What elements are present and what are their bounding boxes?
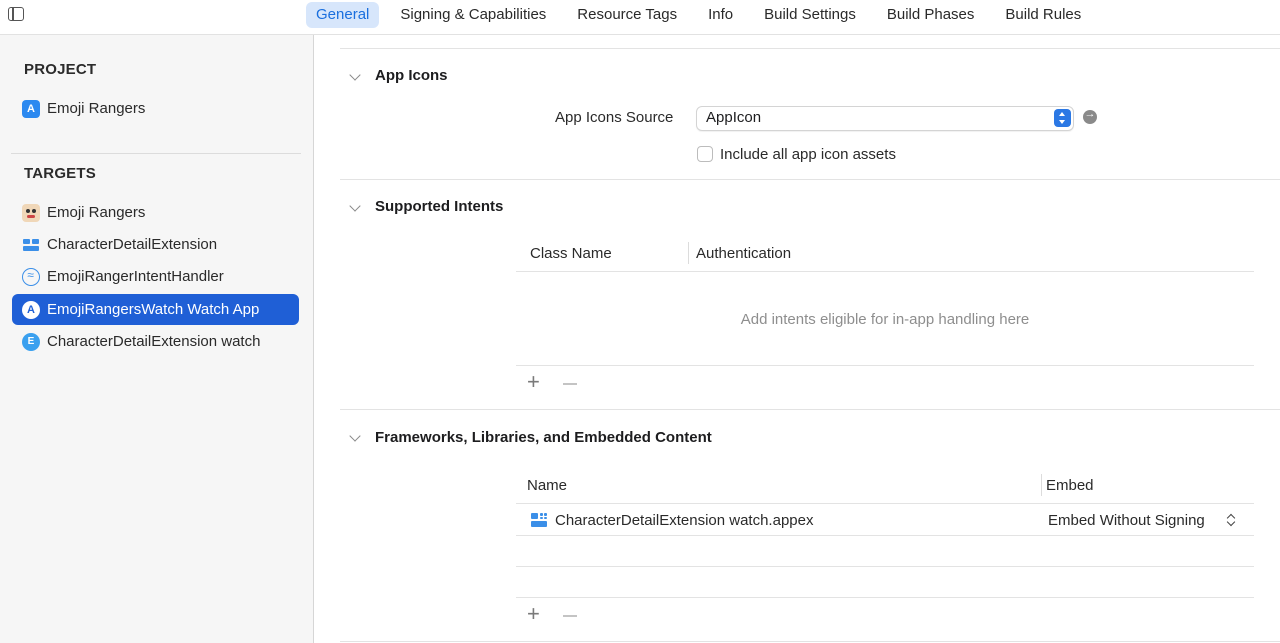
framework-name: CharacterDetailExtension watch.appex bbox=[555, 512, 814, 529]
tab-build-rules[interactable]: Build Rules bbox=[995, 2, 1091, 28]
table-bottom-divider bbox=[516, 597, 1254, 598]
embed-popup-arrows-icon[interactable] bbox=[1228, 513, 1236, 527]
column-header-name[interactable]: Name bbox=[527, 477, 567, 494]
sidebar-item-label: EmojiRangerIntentHandler bbox=[47, 268, 224, 285]
editor-tab-bar: General Signing & Capabilities Resource … bbox=[0, 0, 1280, 35]
tab-general[interactable]: General bbox=[306, 2, 380, 28]
sidebar-item-target-intent-handler[interactable]: EmojiRangerIntentHandler bbox=[12, 261, 299, 292]
intent-handler-icon bbox=[22, 267, 40, 286]
tab-build-phases[interactable]: Build Phases bbox=[877, 2, 985, 28]
sidebar-item-label: Emoji Rangers bbox=[47, 100, 146, 117]
tab-resource-tags[interactable]: Resource Tags bbox=[567, 2, 687, 28]
column-separator bbox=[688, 242, 689, 264]
embed-option-popup[interactable]: Embed Without Signing bbox=[1048, 512, 1205, 529]
tab-build-settings[interactable]: Build Settings bbox=[754, 2, 866, 28]
column-separator bbox=[1041, 474, 1042, 496]
sidebar-item-label: CharacterDetailExtension bbox=[47, 236, 218, 253]
section-divider bbox=[340, 641, 1280, 642]
remove-intent-button[interactable] bbox=[563, 383, 577, 385]
app-icons-section-title: App Icons bbox=[375, 67, 448, 84]
supported-intents-section-title: Supported Intents bbox=[375, 198, 504, 215]
sidebar-item-project[interactable]: Emoji Rangers bbox=[12, 93, 299, 124]
sidebar-item-target-character-detail-extension[interactable]: CharacterDetailExtension bbox=[12, 229, 299, 260]
sidebar-item-target-extension-watch[interactable]: CharacterDetailExtension watch bbox=[12, 326, 299, 357]
widget-extension-icon bbox=[22, 236, 40, 254]
include-all-app-icons-label: Include all app icon assets bbox=[720, 146, 896, 163]
app-icons-disclosure-icon[interactable] bbox=[349, 69, 361, 81]
sidebar-item-label: Emoji Rangers bbox=[47, 204, 146, 221]
editor-tabs: General Signing & Capabilities Resource … bbox=[306, 2, 1102, 28]
section-divider bbox=[340, 48, 1280, 49]
tab-signing-capabilities[interactable]: Signing & Capabilities bbox=[390, 2, 556, 28]
intents-empty-message: Add intents eligible for in-app handling… bbox=[740, 311, 1030, 328]
remove-framework-button[interactable] bbox=[563, 615, 577, 617]
app-icons-source-value: AppIcon bbox=[706, 109, 762, 126]
sidebar-toggle-icon[interactable] bbox=[8, 7, 24, 21]
project-targets-sidebar: PROJECT Emoji Rangers TARGETS Emoji Rang… bbox=[0, 35, 314, 643]
watch-app-icon bbox=[22, 300, 40, 319]
go-arrow-icon[interactable] bbox=[1083, 108, 1097, 124]
popup-arrows-icon bbox=[1054, 109, 1071, 127]
column-header-embed[interactable]: Embed bbox=[1046, 477, 1094, 494]
targets-header: TARGETS bbox=[24, 165, 96, 182]
extension-icon bbox=[22, 332, 40, 351]
app-icons-source-popup[interactable]: AppIcon bbox=[696, 106, 1074, 131]
frameworks-disclosure-icon[interactable] bbox=[349, 430, 361, 442]
sidebar-divider bbox=[11, 153, 301, 154]
sidebar-item-label: CharacterDetailExtension watch bbox=[47, 333, 261, 350]
general-settings-pane: App Icons App Icons Source AppIcon Inclu… bbox=[314, 35, 1280, 643]
add-framework-button[interactable]: + bbox=[527, 603, 540, 625]
sidebar-item-label: EmojiRangersWatch Watch App bbox=[47, 301, 260, 318]
table-row-divider bbox=[516, 535, 1254, 536]
app-icons-source-label: App Icons Source bbox=[555, 109, 674, 126]
project-header: PROJECT bbox=[24, 61, 97, 78]
add-intent-button[interactable]: + bbox=[527, 371, 540, 393]
column-header-authentication[interactable]: Authentication bbox=[696, 245, 791, 262]
sidebar-item-target-watch-app[interactable]: EmojiRangersWatch Watch App bbox=[12, 294, 299, 325]
table-header-divider bbox=[516, 271, 1254, 272]
supported-intents-disclosure-icon[interactable] bbox=[349, 200, 361, 212]
tab-info[interactable]: Info bbox=[698, 2, 743, 28]
sidebar-item-target-emoji-rangers[interactable]: Emoji Rangers bbox=[12, 197, 299, 228]
frameworks-section-title: Frameworks, Libraries, and Embedded Cont… bbox=[375, 429, 712, 446]
section-divider bbox=[340, 179, 1280, 180]
panda-app-icon bbox=[22, 203, 40, 222]
include-all-app-icons-checkbox[interactable] bbox=[697, 146, 713, 162]
table-bottom-divider bbox=[516, 365, 1254, 366]
section-divider bbox=[340, 409, 1280, 410]
table-header-divider bbox=[516, 503, 1254, 504]
app-project-icon bbox=[22, 99, 40, 118]
appex-icon bbox=[531, 512, 549, 528]
column-header-class-name[interactable]: Class Name bbox=[530, 245, 612, 262]
table-row-divider bbox=[516, 566, 1254, 567]
